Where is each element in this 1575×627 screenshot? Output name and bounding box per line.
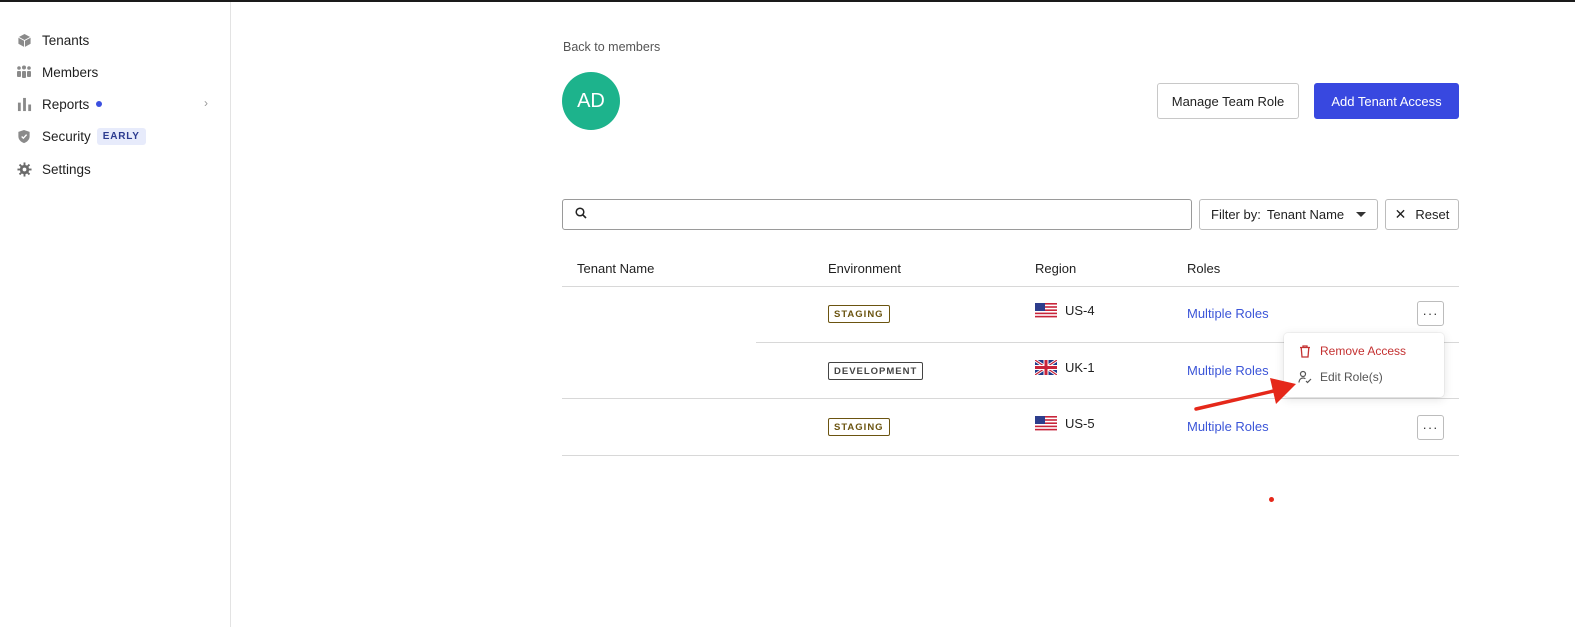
edit-roles-label: Edit Role(s): [1320, 370, 1383, 384]
region-cell: UK-1: [1035, 360, 1095, 375]
environment-badge: DEVELOPMENT: [828, 362, 924, 380]
annotation-arrow-icon: [1194, 378, 1296, 411]
sidebar-item-label: Reports: [42, 96, 90, 112]
sidebar-item-security[interactable]: Security EARLY: [16, 124, 216, 148]
search-box: [562, 199, 1192, 230]
early-badge: EARLY: [96, 127, 146, 145]
sidebar-item-members[interactable]: Members: [16, 60, 216, 84]
close-icon: ✕: [1394, 206, 1407, 222]
user-edit-icon: [1298, 370, 1312, 384]
environment-badge: STAGING: [828, 418, 890, 436]
caret-down-icon: [1356, 212, 1366, 217]
members-icon: [16, 64, 32, 80]
sidebar-item-label: Security: [42, 128, 91, 144]
sidebar: Tenants Members Reports › Security EARLY…: [0, 2, 231, 627]
notification-dot: [96, 101, 103, 107]
multiple-roles-link[interactable]: Multiple Roles: [1187, 306, 1269, 321]
sidebar-item-label: Tenants: [42, 32, 90, 48]
bar-chart-icon: [16, 96, 32, 112]
table-divider: [562, 286, 1459, 287]
sidebar-item-label: Settings: [42, 161, 91, 177]
avatar: AD: [562, 72, 620, 130]
environment-badge: STAGING: [828, 305, 890, 323]
remove-access-label: Remove Access: [1320, 344, 1407, 358]
add-tenant-access-button[interactable]: Add Tenant Access: [1314, 83, 1459, 119]
column-header-region[interactable]: Region: [1035, 261, 1076, 276]
chevron-right-icon[interactable]: ›: [204, 96, 208, 110]
top-border: [0, 0, 1575, 2]
search-icon: [575, 206, 587, 224]
remove-access-menu-item[interactable]: Remove Access: [1298, 344, 1406, 358]
table-divider: [562, 455, 1459, 456]
row-actions-menu: Remove Access Edit Role(s): [1284, 333, 1444, 397]
sidebar-item-settings[interactable]: Settings: [16, 157, 216, 181]
row-actions-button[interactable]: ···: [1417, 301, 1444, 326]
annotation-dot: [1269, 497, 1274, 502]
multiple-roles-link[interactable]: Multiple Roles: [1187, 419, 1269, 434]
uk-flag-icon: [1035, 360, 1057, 375]
multiple-roles-link[interactable]: Multiple Roles: [1187, 363, 1269, 378]
filter-dropdown[interactable]: Filter by: Tenant Name: [1199, 199, 1378, 230]
region-label: US-4: [1065, 303, 1095, 318]
sidebar-item-reports[interactable]: Reports ›: [16, 92, 216, 116]
us-flag-icon: [1035, 416, 1057, 431]
filter-value: Tenant Name: [1266, 207, 1345, 222]
back-to-members-link[interactable]: Back to members: [563, 40, 660, 54]
reset-label: Reset: [1415, 207, 1450, 222]
reset-button[interactable]: ✕ Reset: [1385, 199, 1459, 230]
edit-roles-menu-item[interactable]: Edit Role(s): [1298, 370, 1383, 384]
region-label: US-5: [1065, 416, 1095, 431]
region-cell: US-5: [1035, 416, 1095, 431]
region-cell: US-4: [1035, 303, 1095, 318]
table-divider: [562, 398, 1459, 399]
column-header-roles[interactable]: Roles: [1187, 261, 1220, 276]
shield-icon: [16, 128, 32, 144]
sidebar-item-tenants[interactable]: Tenants: [16, 28, 216, 52]
us-flag-icon: [1035, 303, 1057, 318]
filter-prefix: Filter by:: [1211, 207, 1261, 222]
gear-icon: [16, 161, 32, 177]
cube-icon: [16, 32, 32, 48]
manage-team-role-button[interactable]: Manage Team Role: [1157, 83, 1299, 119]
sidebar-item-label: Members: [42, 64, 99, 80]
row-actions-button[interactable]: ···: [1417, 415, 1444, 440]
search-input[interactable]: [595, 207, 1191, 222]
region-label: UK-1: [1065, 360, 1095, 375]
column-header-environment[interactable]: Environment: [828, 261, 901, 276]
column-header-tenant-name[interactable]: Tenant Name: [577, 261, 654, 276]
trash-icon: [1298, 344, 1312, 358]
